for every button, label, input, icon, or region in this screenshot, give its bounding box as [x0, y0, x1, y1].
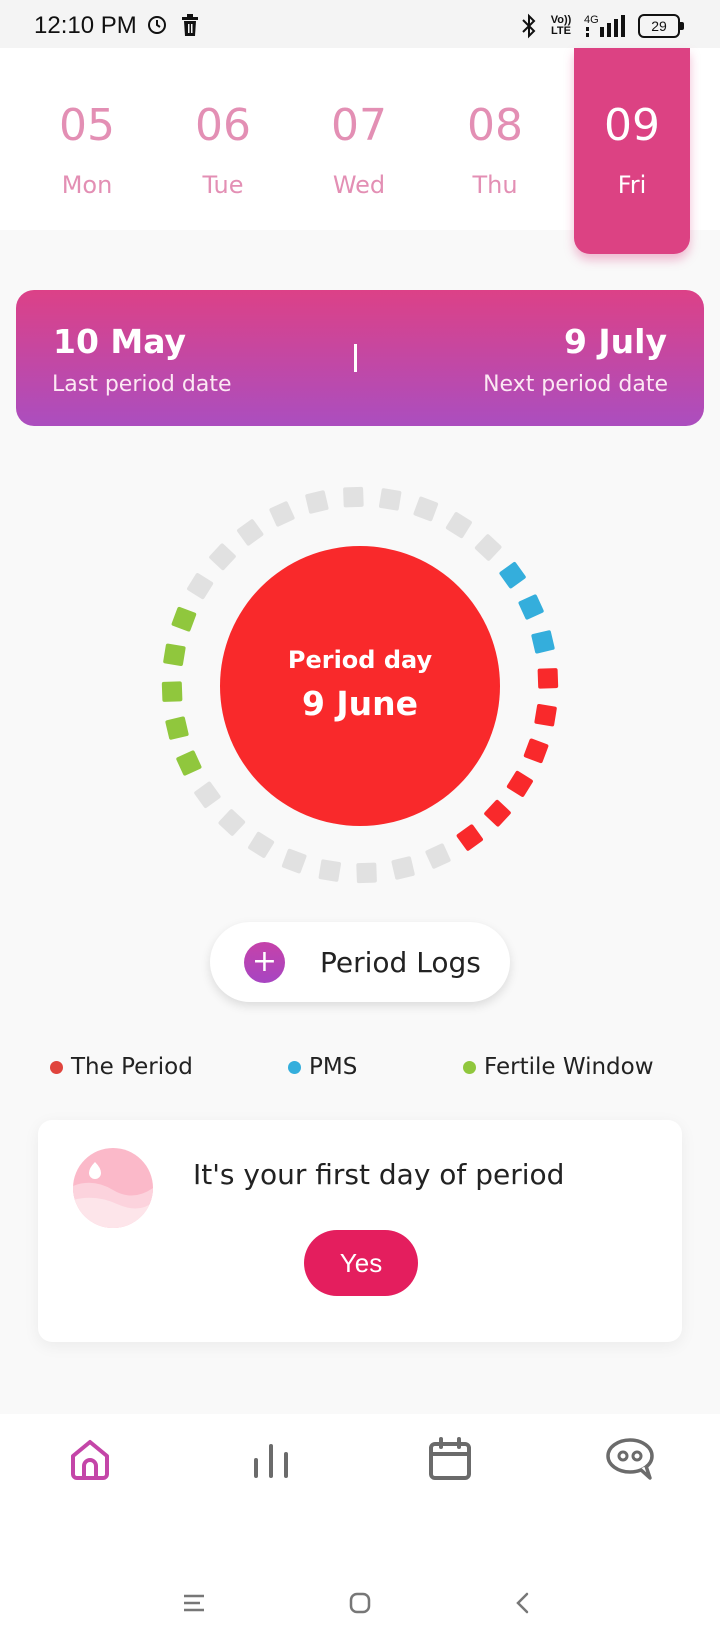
- day-number: 08: [467, 100, 523, 151]
- day-mon[interactable]: 05 Mon: [29, 48, 145, 254]
- period-logs-label: Period Logs: [320, 946, 481, 979]
- next-period-date: 9 July: [563, 322, 667, 361]
- cycle-day-period: [537, 668, 559, 689]
- legend-label: The Period: [71, 1054, 193, 1080]
- day-name: Mon: [61, 171, 113, 199]
- cycle-day-fertile: [176, 750, 202, 776]
- back-icon[interactable]: [510, 1590, 536, 1616]
- cycle-day-neutral: [445, 512, 472, 539]
- period-logs-button[interactable]: + Period Logs: [210, 922, 510, 1002]
- cycle-day-neutral: [474, 534, 502, 561]
- bluetooth-icon: [522, 13, 536, 39]
- cycle-day-period: [484, 799, 511, 827]
- status-time: 12:10 PM: [34, 12, 137, 39]
- cycle-day-neutral: [248, 831, 275, 858]
- home-icon[interactable]: [67, 1436, 113, 1482]
- day-name: Fri: [617, 171, 647, 199]
- status-icons: Vo)) LTE 4G 29: [520, 12, 684, 40]
- period-dates-banner: 10 May Last period date 9 July Next peri…: [16, 290, 704, 426]
- day-name: Tue: [202, 171, 244, 199]
- legend-fertile: Fertile Window: [463, 1052, 654, 1082]
- day-wed[interactable]: 07 Wed: [301, 48, 417, 254]
- volte-indicator: Vo)) LTE: [548, 15, 574, 37]
- cycle-day-neutral: [379, 488, 402, 511]
- status-bar: 12:10 PM Vo)) LTE 4G 29: [0, 0, 720, 52]
- signal-icon: 4G: [584, 14, 625, 37]
- cycle-day-neutral: [194, 781, 221, 808]
- legend-label: Fertile Window: [484, 1054, 654, 1080]
- cycle-day-fertile: [163, 643, 186, 666]
- cycle-day-fertile: [171, 606, 197, 632]
- day-tue[interactable]: 06 Tue: [165, 48, 281, 254]
- battery-level: 29: [651, 18, 667, 34]
- cycle-day-neutral: [237, 519, 264, 546]
- last-period-date: 10 May: [53, 322, 187, 361]
- calendar-icon[interactable]: [427, 1436, 473, 1482]
- fertile-dot-icon: [463, 1060, 476, 1074]
- period-day-date: 9 June: [301, 684, 419, 723]
- trash-icon: [182, 14, 198, 36]
- cycle-day-neutral: [356, 862, 377, 884]
- legend-pms: PMS: [288, 1052, 357, 1082]
- day-name: Thu: [472, 171, 518, 199]
- menu-icon[interactable]: [181, 1590, 207, 1616]
- volte-bottom: LTE: [551, 25, 571, 37]
- cycle-day-fertile: [161, 681, 183, 702]
- cycle-day-neutral: [425, 843, 451, 869]
- cycle-day-period: [534, 704, 557, 727]
- day-number: 07: [331, 100, 387, 151]
- period-day-circle: Period day 9 June: [220, 546, 500, 826]
- cycle-day-period: [506, 770, 533, 797]
- first-day-card: It's your first day of period Yes: [38, 1120, 682, 1342]
- plus-icon: +: [244, 942, 285, 983]
- banner-divider: [354, 344, 357, 372]
- cycle-day-period: [456, 824, 483, 851]
- legend-period: The Period: [50, 1052, 193, 1082]
- cycle-day-pms: [518, 594, 544, 620]
- cycle-day-period: [523, 738, 549, 764]
- cycle-day-pms: [531, 630, 555, 654]
- last-period-label: Last period date: [52, 372, 232, 397]
- chat-icon[interactable]: [604, 1436, 656, 1482]
- battery-icon: 29: [638, 14, 684, 38]
- cycle-day-neutral: [305, 490, 329, 514]
- cycle-day-neutral: [209, 543, 236, 571]
- date-strip: 05 Mon 06 Tue 07 Wed 08 Thu 09 Fri: [0, 48, 720, 254]
- day-number: 09: [604, 100, 660, 151]
- cycle-day-neutral: [269, 501, 295, 527]
- day-fri-selected[interactable]: 09 Fri: [574, 48, 690, 254]
- cycle-day-neutral: [281, 848, 307, 874]
- cycle-day-neutral: [391, 856, 415, 880]
- pms-dot-icon: [288, 1060, 301, 1074]
- cycle-day-neutral: [187, 573, 214, 600]
- cycle-day-neutral: [343, 486, 364, 508]
- yes-button[interactable]: Yes: [304, 1230, 418, 1296]
- cycle-day-neutral: [318, 859, 341, 882]
- water-drop-icon: [73, 1148, 153, 1228]
- day-thu[interactable]: 08 Thu: [437, 48, 553, 254]
- svg-text:4G: 4G: [584, 14, 599, 26]
- home-button-icon[interactable]: [347, 1590, 373, 1616]
- period-day-label: Period day: [287, 646, 433, 674]
- cycle-day-neutral: [413, 496, 439, 522]
- cycle-day-fertile: [165, 716, 189, 740]
- cycle-day-pms: [499, 562, 526, 589]
- legend-label: PMS: [309, 1054, 358, 1080]
- first-day-message: It's your first day of period: [193, 1158, 565, 1191]
- alarm-icon: [148, 16, 166, 34]
- stats-icon[interactable]: [248, 1436, 294, 1482]
- day-number: 05: [59, 100, 115, 151]
- next-period-label: Next period date: [483, 372, 668, 397]
- period-dot-icon: [50, 1060, 63, 1074]
- cycle-day-neutral: [218, 809, 246, 836]
- day-number: 06: [195, 100, 251, 151]
- day-name: Wed: [332, 171, 386, 199]
